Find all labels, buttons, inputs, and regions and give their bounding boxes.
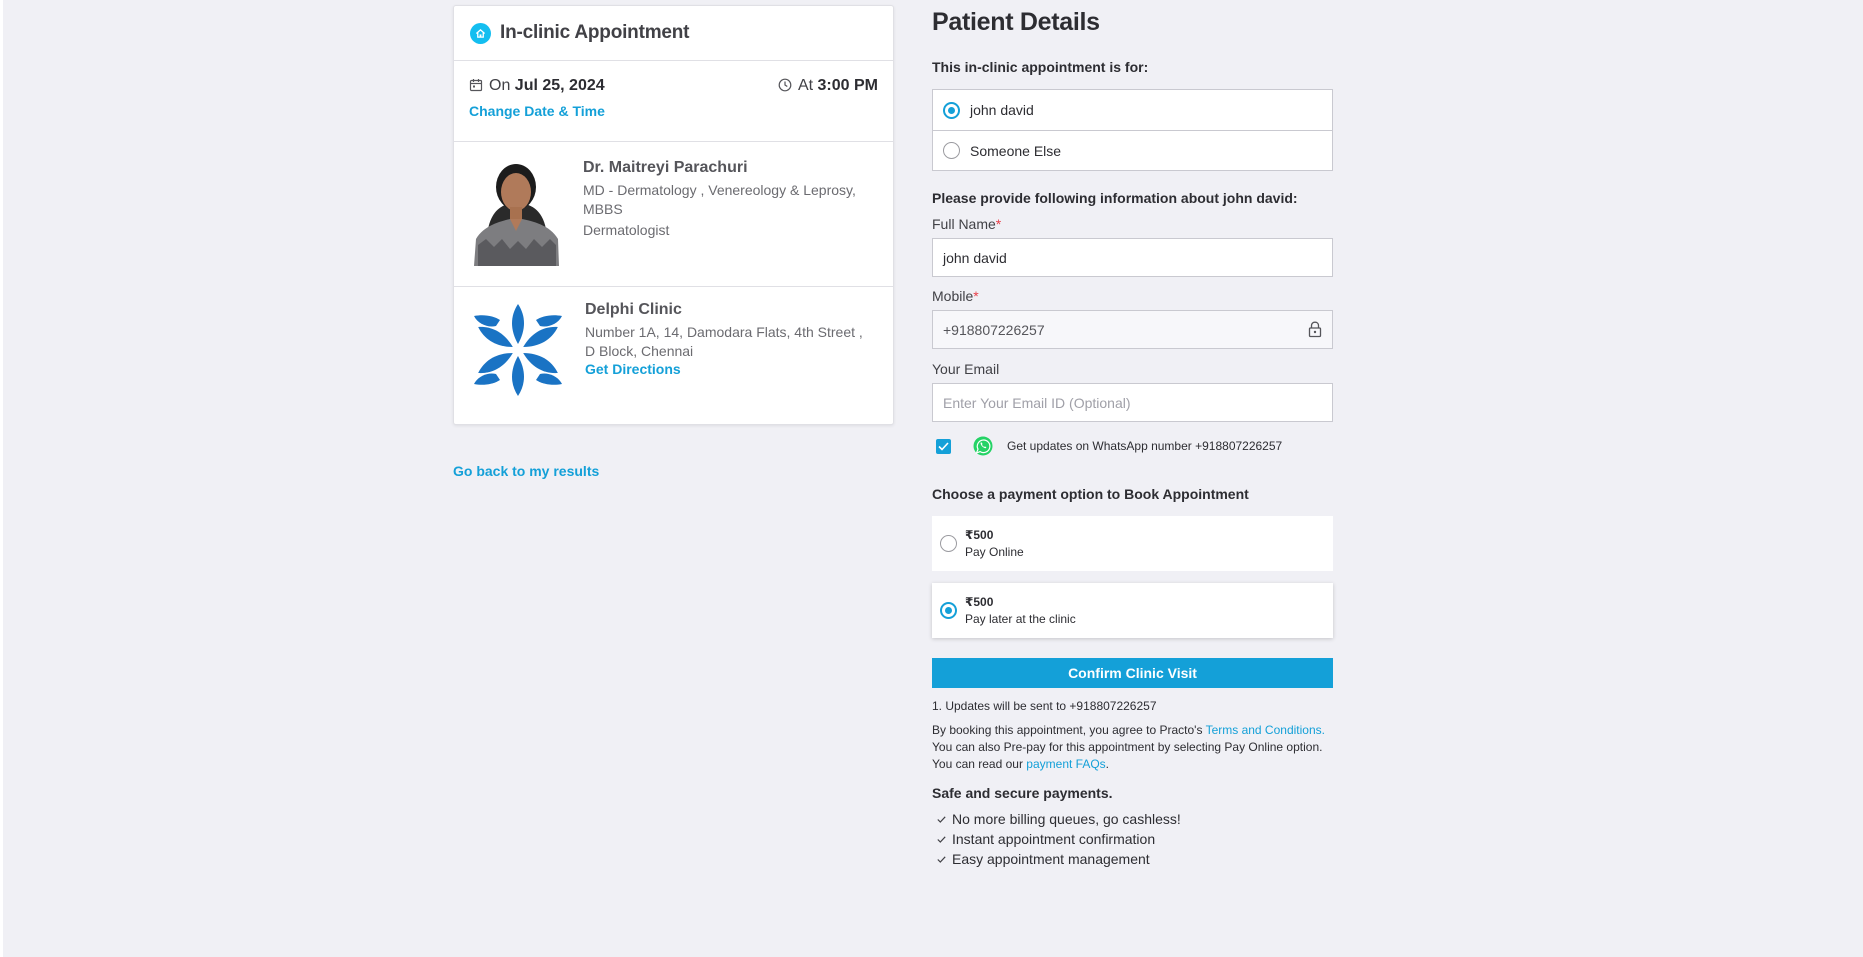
confirm-clinic-visit-button[interactable]: Confirm Clinic Visit (932, 658, 1333, 688)
benefit-text: No more billing queues, go cashless! (952, 811, 1181, 827)
patient-option-label: john david (970, 102, 1034, 118)
patient-option-someone-else[interactable]: Someone Else (933, 130, 1332, 170)
date-prefix: On (489, 77, 511, 94)
appointment-summary: In-clinic Appointment On Jul 25, 2024 At… (453, 5, 894, 425)
patient-selector: john david Someone Else (932, 89, 1333, 171)
appointment-card: In-clinic Appointment On Jul 25, 2024 At… (453, 5, 894, 425)
patient-option-self[interactable]: john david (933, 90, 1332, 130)
get-directions-link[interactable]: Get Directions (585, 361, 681, 377)
pay-clinic-amount: ₹500 (965, 595, 994, 609)
secure-payments-heading: Safe and secure payments. (932, 785, 1113, 801)
faq-line: You can read our (932, 757, 1027, 771)
terms-link[interactable]: Terms and Conditions. (1206, 723, 1325, 737)
doctor-specialty: Dermatologist (583, 222, 670, 238)
appointment-type-title: In-clinic Appointment (500, 22, 690, 43)
check-icon (938, 441, 949, 451)
provide-info-label: Please provide following information abo… (932, 190, 1298, 206)
secure-benefits-list: No more billing queues, go cashless! Ins… (932, 809, 1333, 869)
terms-text: By booking this appointment, you agree t… (932, 722, 1333, 773)
full-name-value: john david (943, 249, 1007, 266)
radio-selected[interactable] (940, 602, 957, 619)
clinic-address-2: D Block, Chennai (585, 343, 694, 359)
lock-icon (1308, 321, 1322, 338)
mobile-value: +918807226257 (943, 321, 1045, 338)
email-input[interactable]: Enter Your Email ID (Optional) (932, 383, 1333, 422)
appointment-for-label: This in-clinic appointment is for: (932, 59, 1149, 75)
whatsapp-text: Get updates on WhatsApp number +91880722… (1007, 439, 1283, 453)
radio-selected[interactable] (943, 101, 960, 119)
updates-note: 1. Updates will be sent to +918807226257 (932, 699, 1157, 713)
radio-unselected[interactable] (943, 142, 960, 159)
appointment-card-header: In-clinic Appointment (454, 6, 893, 61)
page-title: Patient Details (932, 8, 1100, 36)
change-date-time-link[interactable]: Change Date & Time (469, 103, 878, 119)
check-icon (937, 815, 946, 823)
doctor-name: Dr. Maitreyi Parachuri (583, 159, 748, 176)
doctor-photo (474, 159, 559, 266)
prepay-line: You can also Pre-pay for this appointmen… (932, 740, 1323, 754)
clinic-name: Delphi Clinic (585, 301, 682, 318)
doctor-qualification-2: MBBS (583, 201, 623, 217)
whatsapp-checkbox[interactable] (936, 438, 951, 454)
check-icon (937, 835, 946, 843)
mobile-label: Mobile* (932, 288, 979, 304)
benefit-item: Easy appointment management (932, 849, 1333, 869)
full-name-input[interactable]: john david (932, 238, 1333, 277)
check-icon (937, 855, 946, 863)
terms-line: By booking this appointment, you agree t… (932, 723, 1206, 737)
go-back-link[interactable]: Go back to my results (453, 463, 599, 479)
time-prefix: At (797, 77, 814, 94)
appointment-date: On Jul 25, 2024 (469, 77, 605, 95)
home-icon (470, 22, 491, 44)
email-label: Your Email (932, 361, 1000, 377)
appointment-datetime: On Jul 25, 2024 At 3:00 PM Change Date &… (454, 61, 893, 142)
pay-at-clinic-option[interactable]: ₹500 Pay later at the clinic (932, 583, 1333, 638)
period: . (1105, 757, 1110, 771)
pay-clinic-label: Pay later at the clinic (965, 612, 1076, 626)
pay-online-label: Pay Online (965, 545, 1024, 559)
pay-online-amount: ₹500 (965, 528, 994, 542)
email-placeholder: Enter Your Email ID (Optional) (943, 394, 1131, 411)
benefit-text: Easy appointment management (952, 851, 1150, 867)
calendar-icon (469, 79, 483, 92)
radio-unselected[interactable] (940, 535, 957, 552)
benefit-text: Instant appointment confirmation (952, 831, 1156, 847)
date-value: Jul 25, 2024 (514, 77, 605, 94)
payment-faq-link[interactable]: payment FAQs (1026, 757, 1105, 771)
appointment-time: At 3:00 PM (778, 77, 878, 95)
whatsapp-opt-in: Get updates on WhatsApp number +91880722… (932, 436, 1333, 456)
full-name-label: Full Name* (932, 216, 1002, 232)
pay-online-option[interactable]: ₹500 Pay Online (932, 516, 1333, 571)
doctor-info: Dr. Maitreyi Parachuri MD - Dermatology … (454, 142, 893, 287)
patient-option-label: Someone Else (970, 142, 1062, 159)
payment-heading: Choose a payment option to Book Appointm… (932, 486, 1249, 502)
doctor-qualification: MD - Dermatology , Venereology & Leprosy… (583, 182, 856, 198)
time-value: 3:00 PM (817, 77, 878, 94)
clinic-address: Number 1A, 14, Damodara Flats, 4th Stree… (585, 324, 863, 340)
patient-details-form: Patient Details This in-clinic appointme… (932, 0, 1333, 869)
mobile-input[interactable]: +918807226257 (932, 310, 1333, 349)
benefit-item: Instant appointment confirmation (932, 829, 1333, 849)
benefit-item: No more billing queues, go cashless! (932, 809, 1333, 829)
clock-icon (778, 78, 792, 92)
clinic-info: Delphi Clinic Number 1A, 14, Damodara Fl… (454, 287, 893, 424)
clinic-logo (474, 304, 562, 396)
whatsapp-icon (973, 436, 993, 456)
